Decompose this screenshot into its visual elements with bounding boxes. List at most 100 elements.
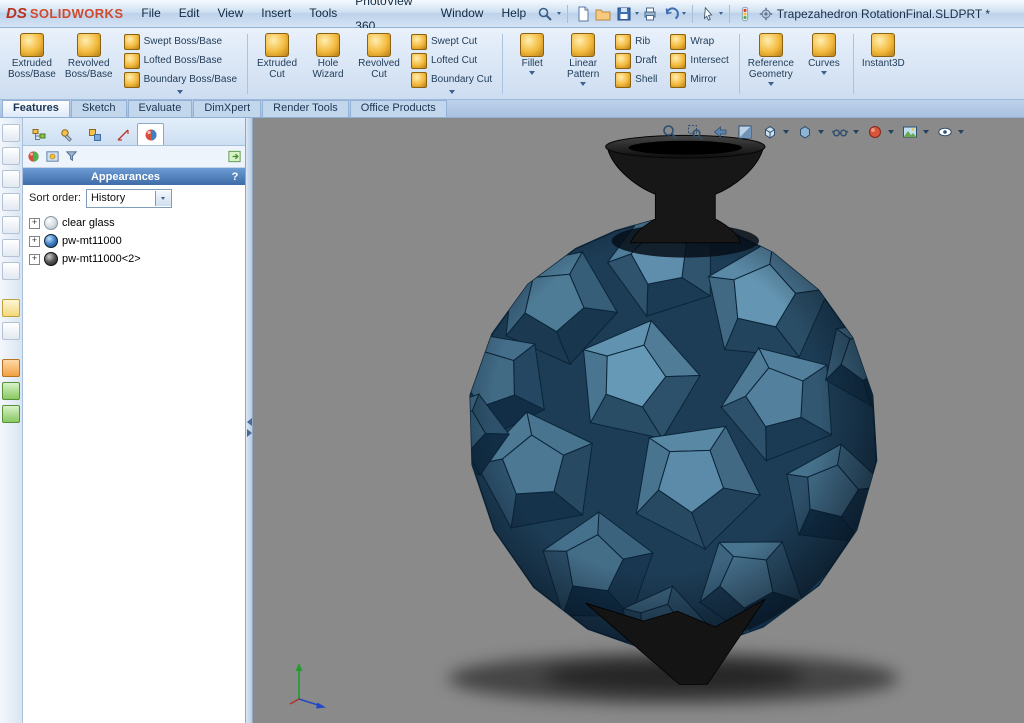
sort-order-select[interactable]: History	[86, 189, 172, 208]
search-icon[interactable]	[536, 3, 554, 25]
select-arrow-icon[interactable]	[699, 3, 717, 25]
menu-window[interactable]: Window	[433, 1, 492, 26]
curves-button[interactable]: Curves	[799, 30, 849, 98]
flyout-caret-icon[interactable]	[449, 90, 455, 94]
lofted-boss-base-button[interactable]: Lofted Boss/Base	[120, 51, 241, 70]
linear-pattern-button[interactable]: Linear Pattern	[558, 30, 608, 98]
flyout-caret-icon[interactable]	[177, 90, 183, 94]
undo-icon[interactable]	[661, 3, 679, 25]
extruded-cut-button[interactable]: Extruded Cut	[252, 30, 302, 98]
side-tool-icon[interactable]	[2, 322, 20, 340]
flyout-caret-icon[interactable]	[821, 71, 827, 75]
displaymanager-tab[interactable]	[137, 123, 164, 145]
menu-edit[interactable]: Edit	[171, 1, 208, 26]
new-document-icon[interactable]	[573, 3, 591, 25]
revolved-boss-base-button[interactable]: Revolved Boss/Base	[61, 30, 117, 98]
zoom-fit-icon[interactable]	[659, 121, 681, 143]
view-orientation-icon[interactable]	[759, 121, 781, 143]
graphics-viewport[interactable]	[253, 118, 1024, 723]
swept-cut-button[interactable]: Swept Cut	[407, 32, 496, 51]
panel-splitter[interactable]	[246, 118, 253, 723]
intersect-button[interactable]: Intersect	[666, 51, 732, 70]
extruded-boss-base-button[interactable]: Extruded Boss/Base	[4, 30, 60, 98]
flyout-caret-icon[interactable]	[529, 71, 535, 75]
chevron-down-icon[interactable]	[888, 130, 894, 134]
undo-flyout-caret-icon[interactable]	[682, 12, 686, 15]
open-icon[interactable]	[594, 3, 612, 25]
mirror-button[interactable]: Mirror	[666, 70, 732, 89]
revolved-cut-button[interactable]: Revolved Cut	[354, 30, 404, 98]
tree-item-pw-mt11000[interactable]: + pw-mt11000	[29, 232, 245, 250]
side-tool-icon[interactable]	[2, 359, 20, 377]
instant3d-button[interactable]: Instant3D	[858, 30, 909, 98]
menu-view[interactable]: View	[209, 1, 251, 26]
tab-features[interactable]: Features	[2, 100, 70, 117]
side-tool-icon[interactable]	[2, 170, 20, 188]
side-tool-icon[interactable]	[2, 193, 20, 211]
tab-sketch[interactable]: Sketch	[71, 100, 127, 117]
3d-model-trapezahedron-vase[interactable]	[253, 118, 1024, 723]
edit-appearance-icon[interactable]	[864, 121, 886, 143]
side-tool-icon[interactable]	[2, 262, 20, 280]
tab-evaluate[interactable]: Evaluate	[128, 100, 193, 117]
print-icon[interactable]	[641, 3, 659, 25]
side-tool-icon[interactable]	[2, 124, 20, 142]
menu-help[interactable]: Help	[493, 1, 534, 26]
chevron-down-icon[interactable]	[818, 130, 824, 134]
side-tool-icon[interactable]	[2, 239, 20, 257]
boundary-boss-base-button[interactable]: Boundary Boss/Base	[120, 70, 241, 89]
tree-item-clear-glass[interactable]: + clear glass	[29, 214, 245, 232]
rib-button[interactable]: Rib	[611, 32, 661, 51]
menu-file[interactable]: File	[133, 1, 168, 26]
fillet-button[interactable]: Fillet	[507, 30, 557, 98]
display-style-icon[interactable]	[794, 121, 816, 143]
section-view-icon[interactable]	[734, 121, 756, 143]
apply-scene-icon[interactable]	[899, 121, 921, 143]
expand-icon[interactable]: +	[29, 218, 40, 229]
previous-view-icon[interactable]	[709, 121, 731, 143]
rebuild-icon[interactable]	[736, 3, 754, 25]
side-tool-icon[interactable]	[2, 299, 20, 317]
hide-show-items-icon[interactable]	[829, 121, 851, 143]
select-flyout-caret-icon[interactable]	[719, 12, 723, 15]
flyout-caret-icon[interactable]	[580, 82, 586, 86]
shell-button[interactable]: Shell	[611, 70, 661, 89]
configurationmanager-tab[interactable]	[81, 123, 108, 145]
view-scene-lights-icon[interactable]	[64, 149, 79, 164]
tab-office-products[interactable]: Office Products	[350, 100, 447, 117]
chevron-down-icon[interactable]	[783, 130, 789, 134]
chevron-down-icon[interactable]	[958, 130, 964, 134]
view-settings-icon[interactable]	[934, 121, 956, 143]
side-tool-icon[interactable]	[2, 216, 20, 234]
expand-icon[interactable]: +	[29, 254, 40, 265]
search-flyout-caret-icon[interactable]	[557, 12, 561, 15]
display-pane-toggle-icon[interactable]	[227, 149, 242, 164]
menu-insert[interactable]: Insert	[253, 1, 299, 26]
dimxpertmanager-tab[interactable]	[109, 123, 136, 145]
tab-render-tools[interactable]: Render Tools	[262, 100, 349, 117]
featuremanager-tree-tab[interactable]	[25, 123, 52, 145]
expand-icon[interactable]: +	[29, 236, 40, 247]
chevron-down-icon[interactable]	[923, 130, 929, 134]
tree-item-pw-mt11000-2[interactable]: + pw-mt11000<2>	[29, 250, 245, 268]
options-gear-icon[interactable]	[756, 3, 774, 25]
save-icon[interactable]	[614, 3, 632, 25]
side-tool-icon[interactable]	[2, 147, 20, 165]
hole-wizard-button[interactable]: Hole Wizard	[303, 30, 353, 98]
reference-geometry-button[interactable]: Reference Geometry	[744, 30, 798, 98]
view-decals-icon[interactable]	[45, 149, 60, 164]
tab-dimxpert[interactable]: DimXpert	[193, 100, 261, 117]
chevron-down-icon[interactable]	[853, 130, 859, 134]
view-appearances-icon[interactable]	[26, 149, 41, 164]
side-tool-icon[interactable]	[2, 405, 20, 423]
lofted-cut-button[interactable]: Lofted Cut	[407, 51, 496, 70]
propertymanager-tab[interactable]	[53, 123, 80, 145]
boundary-cut-button[interactable]: Boundary Cut	[407, 70, 496, 89]
help-button[interactable]: ?	[228, 171, 242, 183]
side-tool-icon[interactable]	[2, 382, 20, 400]
flyout-caret-icon[interactable]	[768, 82, 774, 86]
swept-boss-base-button[interactable]: Swept Boss/Base	[120, 32, 241, 51]
save-flyout-caret-icon[interactable]	[635, 12, 639, 15]
draft-button[interactable]: Draft	[611, 51, 661, 70]
combo-dropdown-button[interactable]	[155, 191, 171, 206]
